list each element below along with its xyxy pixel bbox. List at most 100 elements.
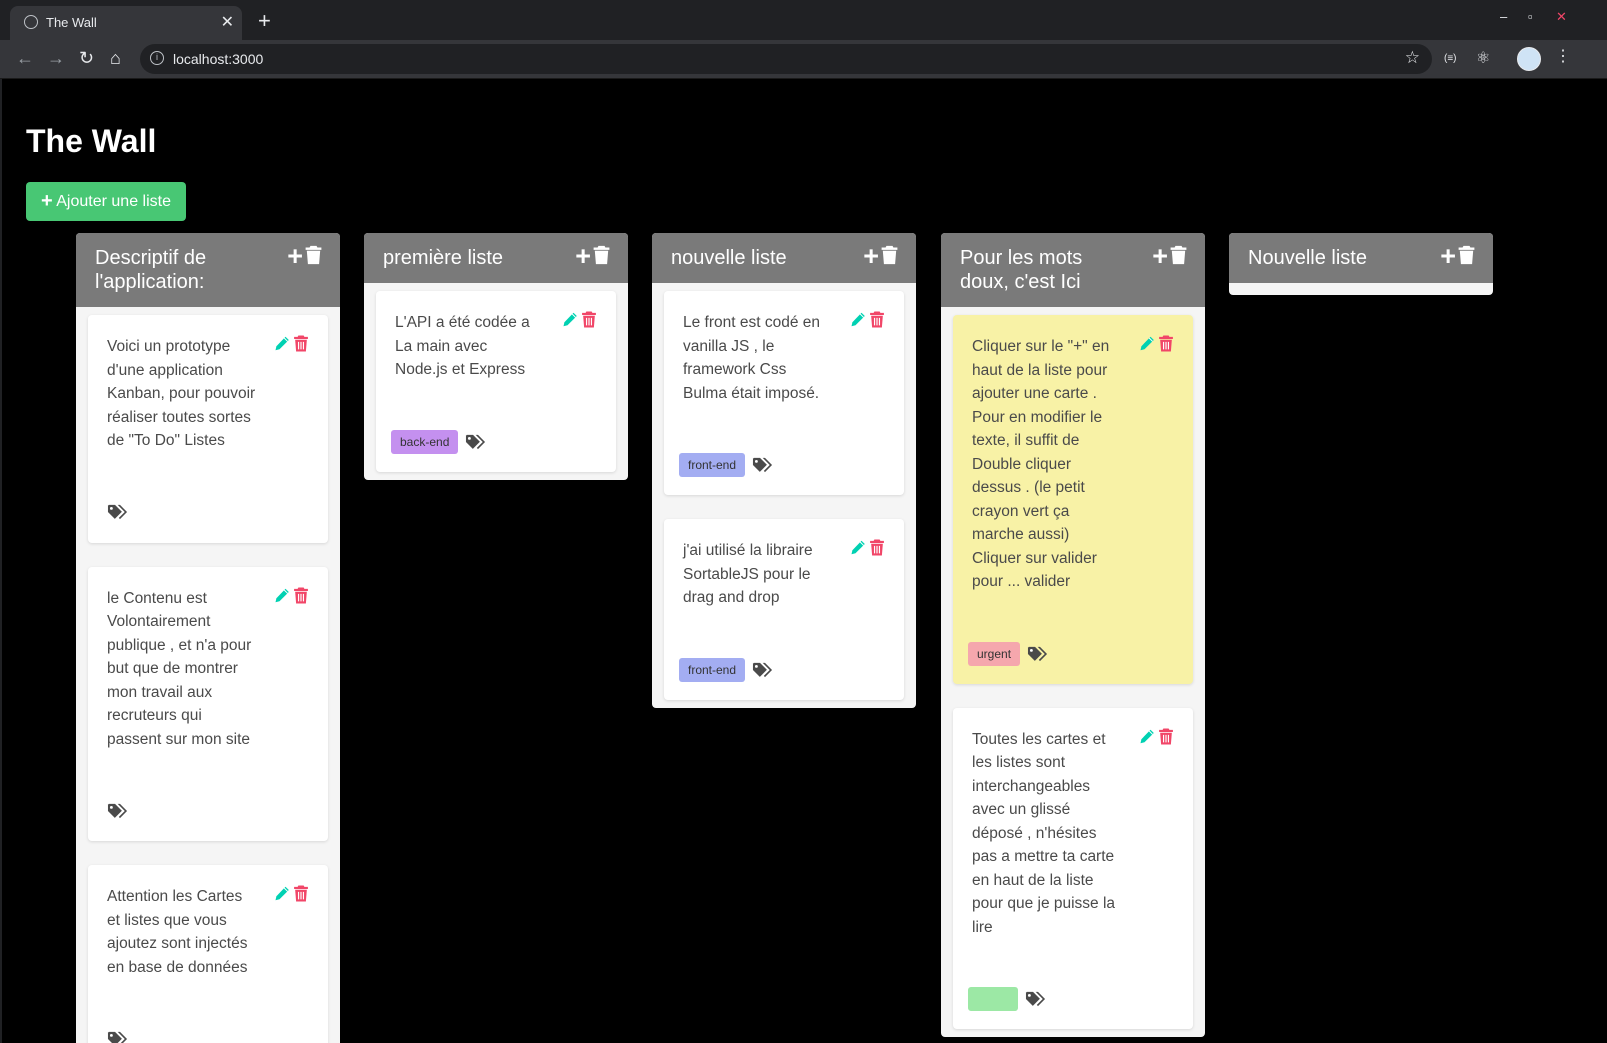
card-text[interactable]: Attention les Cartes et listes que vous … xyxy=(107,885,256,979)
tags-icon[interactable] xyxy=(1025,990,1046,1008)
site-info-icon[interactable]: i xyxy=(150,51,164,65)
card[interactable]: Toutes les cartes et les listes sont int… xyxy=(953,707,1193,1029)
delete-list-icon[interactable] xyxy=(1456,246,1475,268)
globe-icon xyxy=(24,15,38,29)
card[interactable]: L'API a été codée a La main avec Node.js… xyxy=(376,291,616,472)
edit-pencil-icon[interactable] xyxy=(274,587,290,604)
tab-close-icon[interactable]: ✕ xyxy=(221,12,234,32)
browser-toolbar: ← → ↻ ⌂ i localhost:3000 ☆ (≡) ⚛ ⋮ xyxy=(0,40,1607,79)
tags-icon[interactable] xyxy=(752,456,773,474)
delete-card-icon[interactable] xyxy=(581,311,597,328)
add-card-icon[interactable]: + xyxy=(1152,243,1168,270)
delete-card-icon[interactable] xyxy=(1158,335,1174,352)
edit-pencil-icon[interactable] xyxy=(274,885,290,902)
list-title[interactable]: première liste xyxy=(383,246,558,270)
window-close-icon[interactable]: ✕ xyxy=(1556,9,1567,25)
list-body: Voici un prototype d'une application Kan… xyxy=(76,307,340,1043)
card-text[interactable]: Toutes les cartes et les listes sont int… xyxy=(972,728,1121,940)
page-viewport: The Wall + Ajouter une liste Descriptif … xyxy=(2,79,1607,1043)
delete-card-icon[interactable] xyxy=(869,539,885,556)
list-title[interactable]: nouvelle liste xyxy=(671,246,846,270)
card[interactable]: Cliquer sur le "+" en haut de la liste p… xyxy=(953,315,1193,684)
browser-tab-strip: The Wall ✕ + ‒ ▫ ✕ xyxy=(0,0,1607,40)
tags-icon[interactable] xyxy=(107,503,128,521)
back-icon[interactable]: ← xyxy=(16,48,34,69)
edit-pencil-icon[interactable] xyxy=(1139,335,1155,352)
react-devtools-icon[interactable]: ⚛ xyxy=(1476,48,1490,68)
list-actions: + xyxy=(575,243,610,270)
browser-menu-icon[interactable]: ⋮ xyxy=(1555,46,1571,66)
tags-icon[interactable] xyxy=(107,802,128,820)
delete-card-icon[interactable] xyxy=(293,587,309,604)
card-text[interactable]: Cliquer sur le "+" en haut de la liste p… xyxy=(972,335,1121,594)
card-tags xyxy=(107,799,256,823)
card-text[interactable]: Voici un prototype d'une application Kan… xyxy=(107,335,256,453)
add-card-icon[interactable]: + xyxy=(1440,243,1456,270)
delete-list-icon[interactable] xyxy=(591,246,610,268)
delete-card-icon[interactable] xyxy=(1158,728,1174,745)
tags-icon[interactable] xyxy=(752,661,773,679)
edit-pencil-icon[interactable] xyxy=(1139,728,1155,745)
new-tab-button[interactable]: + xyxy=(258,8,271,34)
tag-badge[interactable]: urgent xyxy=(968,641,1021,666)
card[interactable]: le Contenu est Volontairement publique ,… xyxy=(88,566,328,841)
list-body: L'API a été codée a La main avec Node.js… xyxy=(364,283,628,480)
card-text[interactable]: j'ai utilisé la libraire SortableJS pour… xyxy=(683,539,832,610)
card[interactable]: j'ai utilisé la libraire SortableJS pour… xyxy=(664,519,904,700)
add-card-icon[interactable]: + xyxy=(575,243,591,270)
url-text[interactable]: localhost:3000 xyxy=(173,51,263,67)
card-tags xyxy=(968,987,1121,1011)
tags-icon[interactable] xyxy=(1027,645,1048,663)
delete-card-icon[interactable] xyxy=(293,885,309,902)
list-body: Le front est codé en vanilla JS , le fra… xyxy=(652,283,916,708)
edit-pencil-icon[interactable] xyxy=(562,311,578,328)
list-column[interactable]: Nouvelle liste + xyxy=(1229,233,1493,295)
tag-badge[interactable] xyxy=(968,987,1018,1011)
add-list-button[interactable]: + Ajouter une liste xyxy=(26,182,186,221)
add-card-icon[interactable]: + xyxy=(287,243,303,270)
tag-badge[interactable]: back-end xyxy=(391,429,459,454)
list-column[interactable]: Pour les mots doux, c'est Ici + Cliquer su… xyxy=(941,233,1205,1037)
list-actions: + xyxy=(1152,243,1187,270)
tag-badge[interactable]: front-end xyxy=(679,657,746,682)
list-column[interactable]: Descriptif de l'application: + Voici un pr… xyxy=(76,233,340,1043)
tags-icon[interactable] xyxy=(465,433,486,451)
edit-pencil-icon[interactable] xyxy=(850,539,866,556)
address-bar[interactable]: i localhost:3000 ☆ xyxy=(140,44,1432,74)
edit-pencil-icon[interactable] xyxy=(274,335,290,352)
bookmark-star-icon[interactable]: ☆ xyxy=(1405,48,1420,68)
profile-avatar[interactable] xyxy=(1517,47,1541,71)
card-tags xyxy=(107,501,256,525)
tag-badge[interactable]: front-end xyxy=(679,453,746,477)
extension-icon[interactable]: (≡) xyxy=(1444,53,1457,64)
delete-card-icon[interactable] xyxy=(869,311,885,328)
minimize-icon[interactable]: ‒ xyxy=(1500,9,1507,24)
tags-icon[interactable] xyxy=(107,1030,128,1043)
home-icon[interactable]: ⌂ xyxy=(110,48,121,69)
delete-list-icon[interactable] xyxy=(303,246,322,268)
forward-icon[interactable]: → xyxy=(47,48,65,69)
list-column[interactable]: nouvelle liste + Le front est codé en vani… xyxy=(652,233,916,708)
reload-icon[interactable]: ↻ xyxy=(79,48,94,69)
card-actions xyxy=(271,335,309,359)
card-text[interactable]: le Contenu est Volontairement publique ,… xyxy=(107,587,256,752)
delete-list-icon[interactable] xyxy=(879,246,898,268)
card-text[interactable]: L'API a été codée a La main avec Node.js… xyxy=(395,311,544,382)
list-column[interactable]: première liste + L'API a été codée a La ma… xyxy=(364,233,628,480)
card-actions xyxy=(1136,728,1174,752)
card-text[interactable]: Le front est codé en vanilla JS , le fra… xyxy=(683,311,832,405)
list-title[interactable]: Descriptif de l'application: xyxy=(95,246,270,294)
delete-card-icon[interactable] xyxy=(293,335,309,352)
browser-tab[interactable]: The Wall ✕ xyxy=(10,6,242,40)
list-title[interactable]: Pour les mots doux, c'est Ici xyxy=(960,246,1135,294)
card[interactable]: Voici un prototype d'une application Kan… xyxy=(88,315,328,543)
card[interactable]: Le front est codé en vanilla JS , le fra… xyxy=(664,291,904,495)
edit-pencil-icon[interactable] xyxy=(850,311,866,328)
list-body: Cliquer sur le "+" en haut de la liste p… xyxy=(941,307,1205,1037)
card[interactable]: Attention les Cartes et listes que vous … xyxy=(88,865,328,1043)
add-card-icon[interactable]: + xyxy=(863,243,879,270)
delete-list-icon[interactable] xyxy=(1168,246,1187,268)
card-tags: urgent xyxy=(968,641,1121,666)
list-title[interactable]: Nouvelle liste xyxy=(1248,246,1423,270)
restore-icon[interactable]: ▫ xyxy=(1528,9,1533,24)
